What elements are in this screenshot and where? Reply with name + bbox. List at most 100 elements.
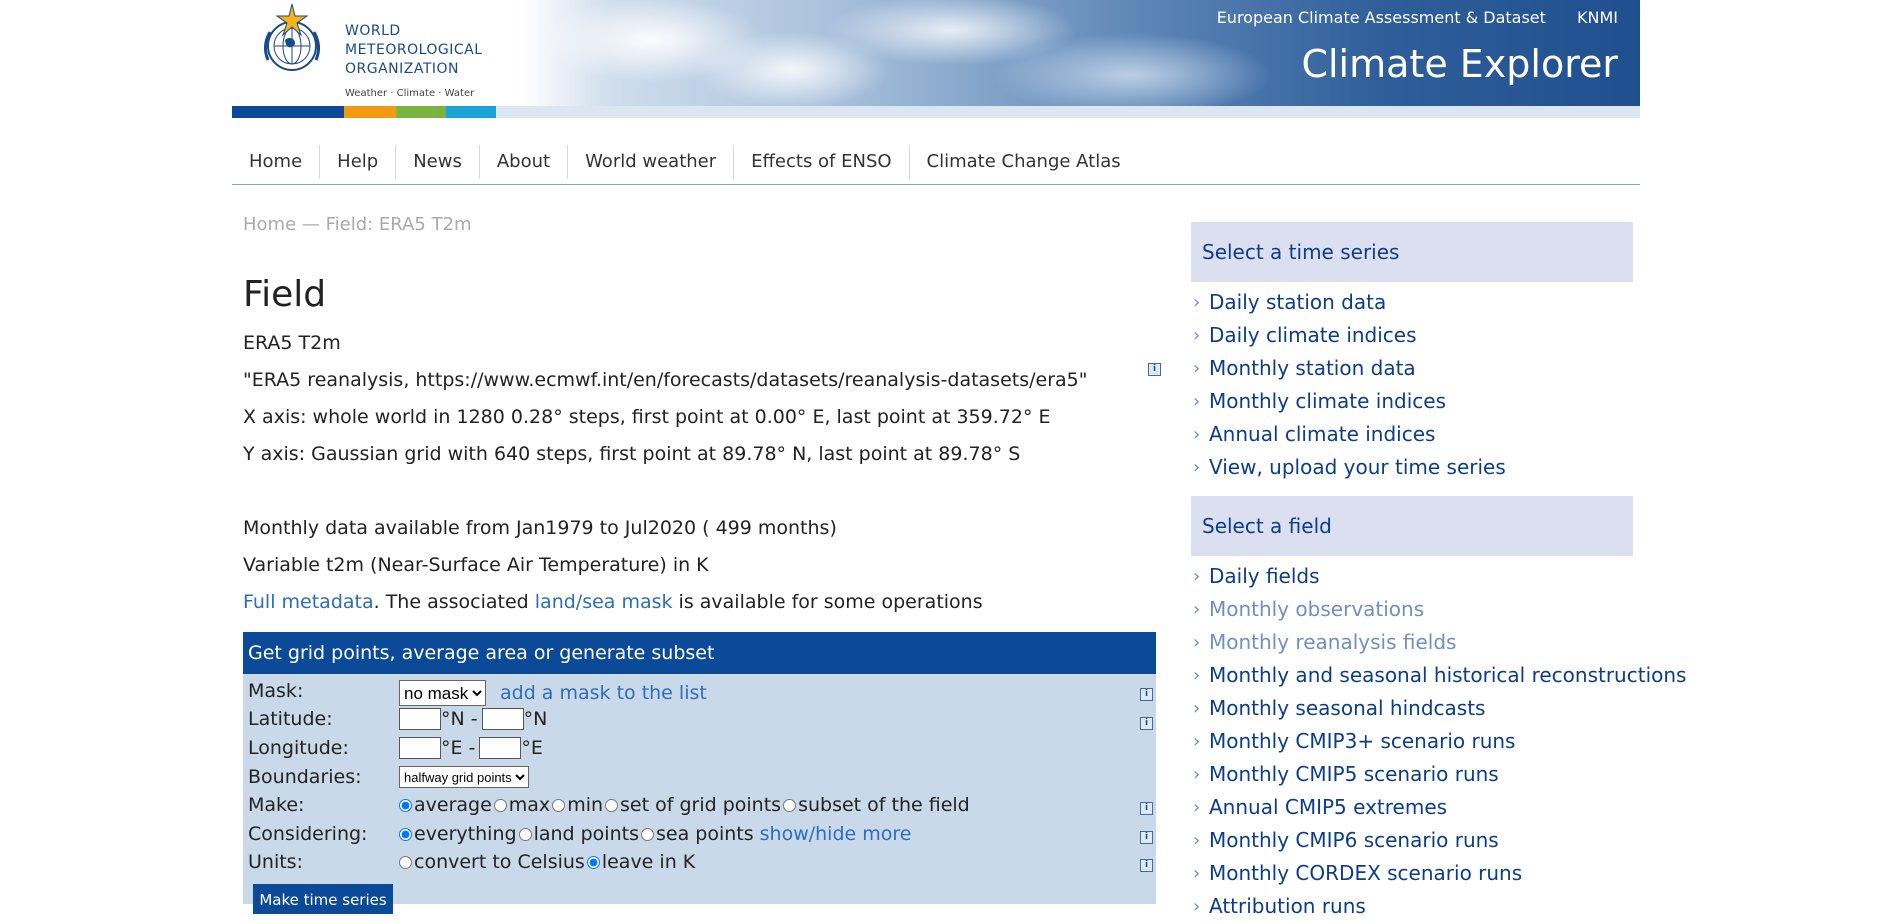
site-header: WORLD METEOROLOGICAL ORGANIZATION Weathe… <box>232 0 1640 118</box>
info-icon[interactable]: i <box>1140 688 1153 701</box>
latitude-controls: °N - °N <box>399 708 547 730</box>
option-label: min <box>567 794 604 816</box>
chevron-right-icon: › <box>1193 698 1201 719</box>
chevron-right-icon: › <box>1193 797 1201 818</box>
make-subset-radio[interactable] <box>783 798 797 812</box>
main-nav: Home Help News About World weather Effec… <box>232 140 1640 185</box>
longitude-controls: °E - °E <box>399 737 543 759</box>
make-average-radio[interactable] <box>399 798 412 812</box>
units-options: convert to Celsius leave in K <box>399 851 697 873</box>
metadata-text: is available for some operations <box>672 591 983 613</box>
make-time-series-button[interactable]: Make time series <box>253 884 393 914</box>
consider-sea-option[interactable]: sea points <box>640 823 754 845</box>
make-set-option[interactable]: set of grid points <box>605 794 781 816</box>
chevron-right-icon: › <box>1193 325 1201 346</box>
info-icon[interactable]: i <box>1140 802 1153 815</box>
lon-east-input[interactable] <box>479 737 522 759</box>
wmo-emblem-icon[interactable] <box>252 2 332 82</box>
add-mask-link[interactable]: add a mask to the list <box>500 682 707 704</box>
site-title[interactable]: Climate Explorer <box>1301 42 1618 86</box>
field-item[interactable]: › Monthly seasonal hindcasts <box>1191 692 1633 725</box>
field-item[interactable]: › Monthly reanalysis fields <box>1191 626 1633 659</box>
chevron-right-icon: › <box>1193 457 1201 478</box>
info-icon[interactable]: i <box>1140 859 1153 872</box>
field-item[interactable]: › Monthly CMIP3+ scenario runs <box>1191 725 1633 758</box>
show-hide-more-link[interactable]: show/hide more <box>760 823 912 845</box>
field-item[interactable]: › Monthly and seasonal historical reconst… <box>1191 659 1686 692</box>
make-set-radio[interactable] <box>605 798 619 812</box>
wordmark-line: METEOROLOGICAL <box>345 42 483 58</box>
consider-land-option[interactable]: land points <box>518 823 639 845</box>
lat-unit: °N - <box>441 708 478 730</box>
make-min-option[interactable]: min <box>552 794 603 816</box>
field-item[interactable]: › Daily fields <box>1191 560 1633 593</box>
nav-effects-of-enso[interactable]: Effects of ENSO <box>734 145 910 179</box>
field-heading[interactable]: Select a field <box>1191 496 1633 556</box>
consider-everything-radio[interactable] <box>399 827 412 841</box>
make-max-option[interactable]: max <box>493 794 551 816</box>
lon-west-input[interactable] <box>399 737 441 759</box>
time-series-item[interactable]: › Daily climate indices <box>1191 319 1633 352</box>
stripe-segment <box>446 106 496 118</box>
info-icon[interactable]: i <box>1148 363 1161 376</box>
eca-link[interactable]: European Climate Assessment & Dataset <box>1217 8 1546 27</box>
item-label: Annual climate indices <box>1209 422 1436 446</box>
option-label: average <box>414 794 492 816</box>
units-kelvin-radio[interactable] <box>586 855 600 869</box>
consider-land-radio[interactable] <box>518 827 532 841</box>
full-metadata-link[interactable]: Full metadata <box>243 591 374 613</box>
chevron-right-icon: › <box>1193 731 1201 752</box>
time-series-item[interactable]: › Monthly station data <box>1191 352 1633 385</box>
units-kelvin-option[interactable]: leave in K <box>586 851 696 873</box>
nav-home[interactable]: Home <box>232 145 321 179</box>
make-options: average max min set of grid points subse… <box>399 794 972 816</box>
boundaries-select[interactable]: halfway grid points <box>399 766 529 788</box>
nav-climate-change-atlas[interactable]: Climate Change Atlas <box>910 145 1138 179</box>
make-max-radio[interactable] <box>493 798 507 812</box>
info-icon[interactable]: i <box>1140 717 1153 730</box>
color-stripe <box>232 106 1640 118</box>
nav-news[interactable]: News <box>396 145 480 179</box>
lon-unit: °E <box>521 737 543 759</box>
option-label: leave in K <box>601 851 696 873</box>
units-label: Units: <box>248 851 303 873</box>
knmi-link[interactable]: KNMI <box>1577 8 1618 27</box>
chevron-right-icon: › <box>1193 830 1201 851</box>
mask-select[interactable]: no mask <box>399 680 486 706</box>
field-item[interactable]: › Annual CMIP5 extremes <box>1191 791 1633 824</box>
nav-about[interactable]: About <box>480 145 569 179</box>
field-list: › Daily fields › Monthly observations › Mon… <box>1191 560 1686 923</box>
nav-help[interactable]: Help <box>320 145 397 179</box>
units-celsius-radio[interactable] <box>399 855 412 869</box>
header-banner: WORLD METEOROLOGICAL ORGANIZATION Weathe… <box>232 0 1640 106</box>
make-subset-option[interactable]: subset of the field <box>783 794 970 816</box>
lat-north-input[interactable] <box>481 708 524 730</box>
units-celsius-option[interactable]: convert to Celsius <box>399 851 585 873</box>
field-item[interactable]: › Monthly CMIP6 scenario runs <box>1191 824 1633 857</box>
lat-south-input[interactable] <box>399 708 441 730</box>
breadcrumb[interactable]: Home — Field: ERA5 T2m <box>243 214 472 235</box>
consider-sea-radio[interactable] <box>640 827 654 841</box>
consider-everything-option[interactable]: everything <box>399 823 517 845</box>
considering-options: everything land points sea points show/h… <box>399 823 911 845</box>
lat-unit: °N <box>523 708 548 730</box>
time-series-item[interactable]: › Daily station data <box>1191 286 1633 319</box>
time-series-item[interactable]: › View, upload your time series <box>1191 451 1633 484</box>
time-series-heading[interactable]: Select a time series <box>1191 222 1633 282</box>
time-series-item[interactable]: › Annual climate indices <box>1191 418 1633 451</box>
nav-world-weather[interactable]: World weather <box>568 145 735 179</box>
field-item[interactable]: › Attribution runs <box>1191 890 1633 923</box>
make-average-option[interactable]: average <box>399 794 492 816</box>
field-item[interactable]: › Monthly CORDEX scenario runs <box>1191 857 1633 890</box>
item-label: Daily station data <box>1209 290 1387 314</box>
land-sea-mask-link[interactable]: land/sea mask <box>535 591 673 613</box>
info-icon[interactable]: i <box>1140 831 1153 844</box>
option-label: max <box>508 794 551 816</box>
x-axis-info: X axis: whole world in 1280 0.28° steps,… <box>243 406 1051 428</box>
time-series-item[interactable]: › Monthly climate indices <box>1191 385 1633 418</box>
field-item[interactable]: › Monthly observations <box>1191 593 1633 626</box>
make-min-radio[interactable] <box>552 798 566 812</box>
form-title: Get grid points, average area or generat… <box>243 632 1156 674</box>
item-label: Monthly observations <box>1209 597 1425 621</box>
field-item[interactable]: › Monthly CMIP5 scenario runs <box>1191 758 1633 791</box>
